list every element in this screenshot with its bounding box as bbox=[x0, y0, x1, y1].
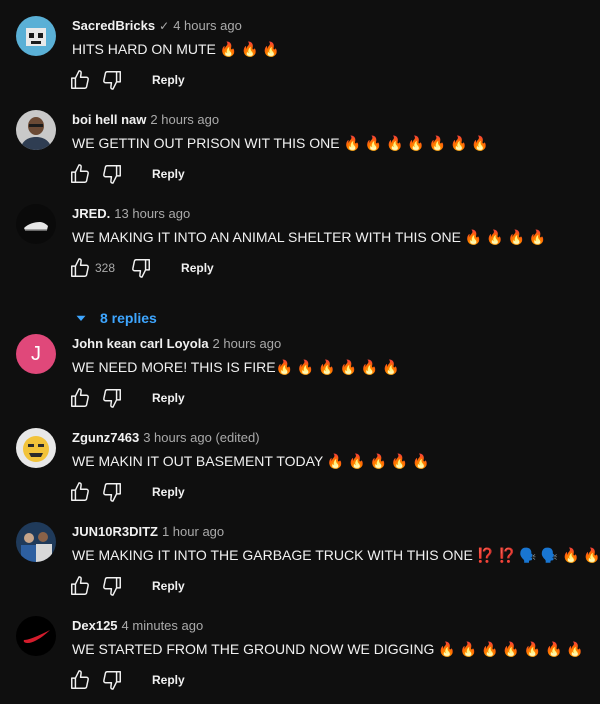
dislike-button[interactable] bbox=[98, 386, 126, 410]
like-button[interactable] bbox=[66, 162, 94, 186]
thumbs-down-icon bbox=[132, 259, 151, 278]
avatar[interactable] bbox=[16, 110, 56, 150]
timestamp[interactable]: 13 hours ago bbox=[114, 206, 190, 221]
caret-down-icon bbox=[76, 315, 86, 321]
timestamp[interactable]: 2 hours ago bbox=[150, 112, 219, 127]
dislike-button[interactable] bbox=[98, 480, 126, 504]
author-name[interactable]: JRED. bbox=[72, 206, 110, 221]
timestamp[interactable]: 1 hour ago bbox=[162, 524, 224, 539]
comment-header: Dex125 4 minutes ago bbox=[72, 617, 203, 635]
avatar[interactable] bbox=[16, 204, 56, 244]
comment-actions: 328 Reply bbox=[66, 256, 214, 280]
like-count: 328 bbox=[95, 261, 116, 275]
dislike-button[interactable] bbox=[98, 68, 126, 92]
dislike-button[interactable] bbox=[98, 668, 126, 692]
author-name[interactable]: Zgunz7463 bbox=[72, 430, 139, 445]
timestamp[interactable]: 3 hours ago (edited) bbox=[143, 430, 259, 445]
like-button[interactable] bbox=[66, 574, 94, 598]
comment-text: WE MAKING IT INTO AN ANIMAL SHELTER WITH… bbox=[72, 229, 547, 245]
comment-header: Zgunz7463 3 hours ago (edited) bbox=[72, 429, 260, 447]
avatar[interactable] bbox=[16, 428, 56, 468]
dislike-button[interactable] bbox=[98, 162, 126, 186]
thumbs-down-icon bbox=[103, 671, 121, 690]
comment-header: SacredBricks ✓ 4 hours ago bbox=[72, 17, 242, 35]
thumbs-down-icon bbox=[103, 389, 121, 408]
like-button[interactable] bbox=[66, 480, 94, 504]
reply-button[interactable]: Reply bbox=[152, 579, 185, 593]
verified-check-icon: ✓ bbox=[159, 19, 170, 33]
thumbs-up-icon bbox=[71, 164, 89, 183]
thumbs-down-icon bbox=[103, 483, 121, 502]
dislike-button[interactable] bbox=[127, 256, 155, 280]
comment-text: WE MAKIN IT OUT BASEMENT TODAY 🔥 🔥 🔥 🔥 🔥 bbox=[72, 453, 430, 469]
comment-header: JUN10R3DITZ 1 hour ago bbox=[72, 523, 224, 541]
reply-button[interactable]: Reply bbox=[152, 673, 185, 687]
thumbs-down-icon bbox=[103, 71, 121, 90]
comment-header: John kean carl Loyola 2 hours ago bbox=[72, 335, 281, 353]
thumbs-up-icon bbox=[71, 258, 89, 277]
like-button[interactable] bbox=[66, 386, 94, 410]
comment-text: HITS HARD ON MUTE 🔥 🔥 🔥 bbox=[72, 41, 280, 57]
reply-button[interactable]: Reply bbox=[152, 485, 185, 499]
timestamp[interactable]: 4 hours ago bbox=[173, 18, 242, 33]
avatar[interactable] bbox=[16, 16, 56, 56]
author-name[interactable]: JUN10R3DITZ bbox=[72, 524, 158, 539]
thumbs-up-icon bbox=[71, 576, 89, 595]
comment-actions: Reply bbox=[66, 480, 185, 504]
avatar[interactable] bbox=[16, 616, 56, 656]
thumbs-down-icon bbox=[103, 577, 121, 596]
thumbs-up-icon bbox=[71, 70, 89, 89]
like-button[interactable] bbox=[66, 68, 94, 92]
like-button[interactable] bbox=[66, 668, 94, 692]
comment-text: WE NEED MORE! THIS IS FIRE🔥 🔥 🔥 🔥 🔥 🔥 bbox=[72, 359, 400, 375]
comment-actions: Reply bbox=[66, 574, 185, 598]
avatar-letter: J bbox=[31, 342, 41, 365]
like-button[interactable] bbox=[66, 256, 94, 280]
reply-button[interactable]: Reply bbox=[152, 391, 185, 405]
comment-actions: Reply bbox=[66, 668, 185, 692]
author-name[interactable]: John kean carl Loyola bbox=[72, 336, 209, 351]
author-name[interactable]: Dex125 bbox=[72, 618, 118, 633]
thumbs-up-icon bbox=[71, 670, 89, 689]
comment-text: WE GETTIN OUT PRISON WIT THIS ONE 🔥 🔥 🔥 … bbox=[72, 135, 489, 151]
author-name[interactable]: boi hell naw bbox=[72, 112, 146, 127]
reply-button[interactable]: Reply bbox=[152, 73, 185, 87]
comment-header: JRED. 13 hours ago bbox=[72, 205, 190, 223]
thumbs-down-icon bbox=[103, 165, 121, 184]
reply-button[interactable]: Reply bbox=[152, 167, 185, 181]
comment-header: boi hell naw 2 hours ago bbox=[72, 111, 219, 129]
view-replies-button[interactable]: 8 replies bbox=[72, 309, 157, 327]
author-name[interactable]: SacredBricks bbox=[72, 18, 155, 33]
timestamp[interactable]: 4 minutes ago bbox=[122, 618, 204, 633]
comment-actions: Reply bbox=[66, 162, 185, 186]
timestamp[interactable]: 2 hours ago bbox=[213, 336, 282, 351]
comment-actions: Reply bbox=[66, 386, 185, 410]
comment-text: WE MAKING IT INTO THE GARBAGE TRUCK WITH… bbox=[72, 547, 600, 563]
avatar[interactable] bbox=[16, 522, 56, 562]
dislike-button[interactable] bbox=[98, 574, 126, 598]
replies-label: 8 replies bbox=[100, 310, 157, 326]
reply-button[interactable]: Reply bbox=[181, 261, 214, 275]
avatar[interactable]: J bbox=[16, 334, 56, 374]
thumbs-up-icon bbox=[71, 482, 89, 501]
thumbs-up-icon bbox=[71, 388, 89, 407]
comment-text: WE STARTED FROM THE GROUND NOW WE DIGGIN… bbox=[72, 641, 584, 657]
comment-actions: Reply bbox=[66, 68, 185, 92]
